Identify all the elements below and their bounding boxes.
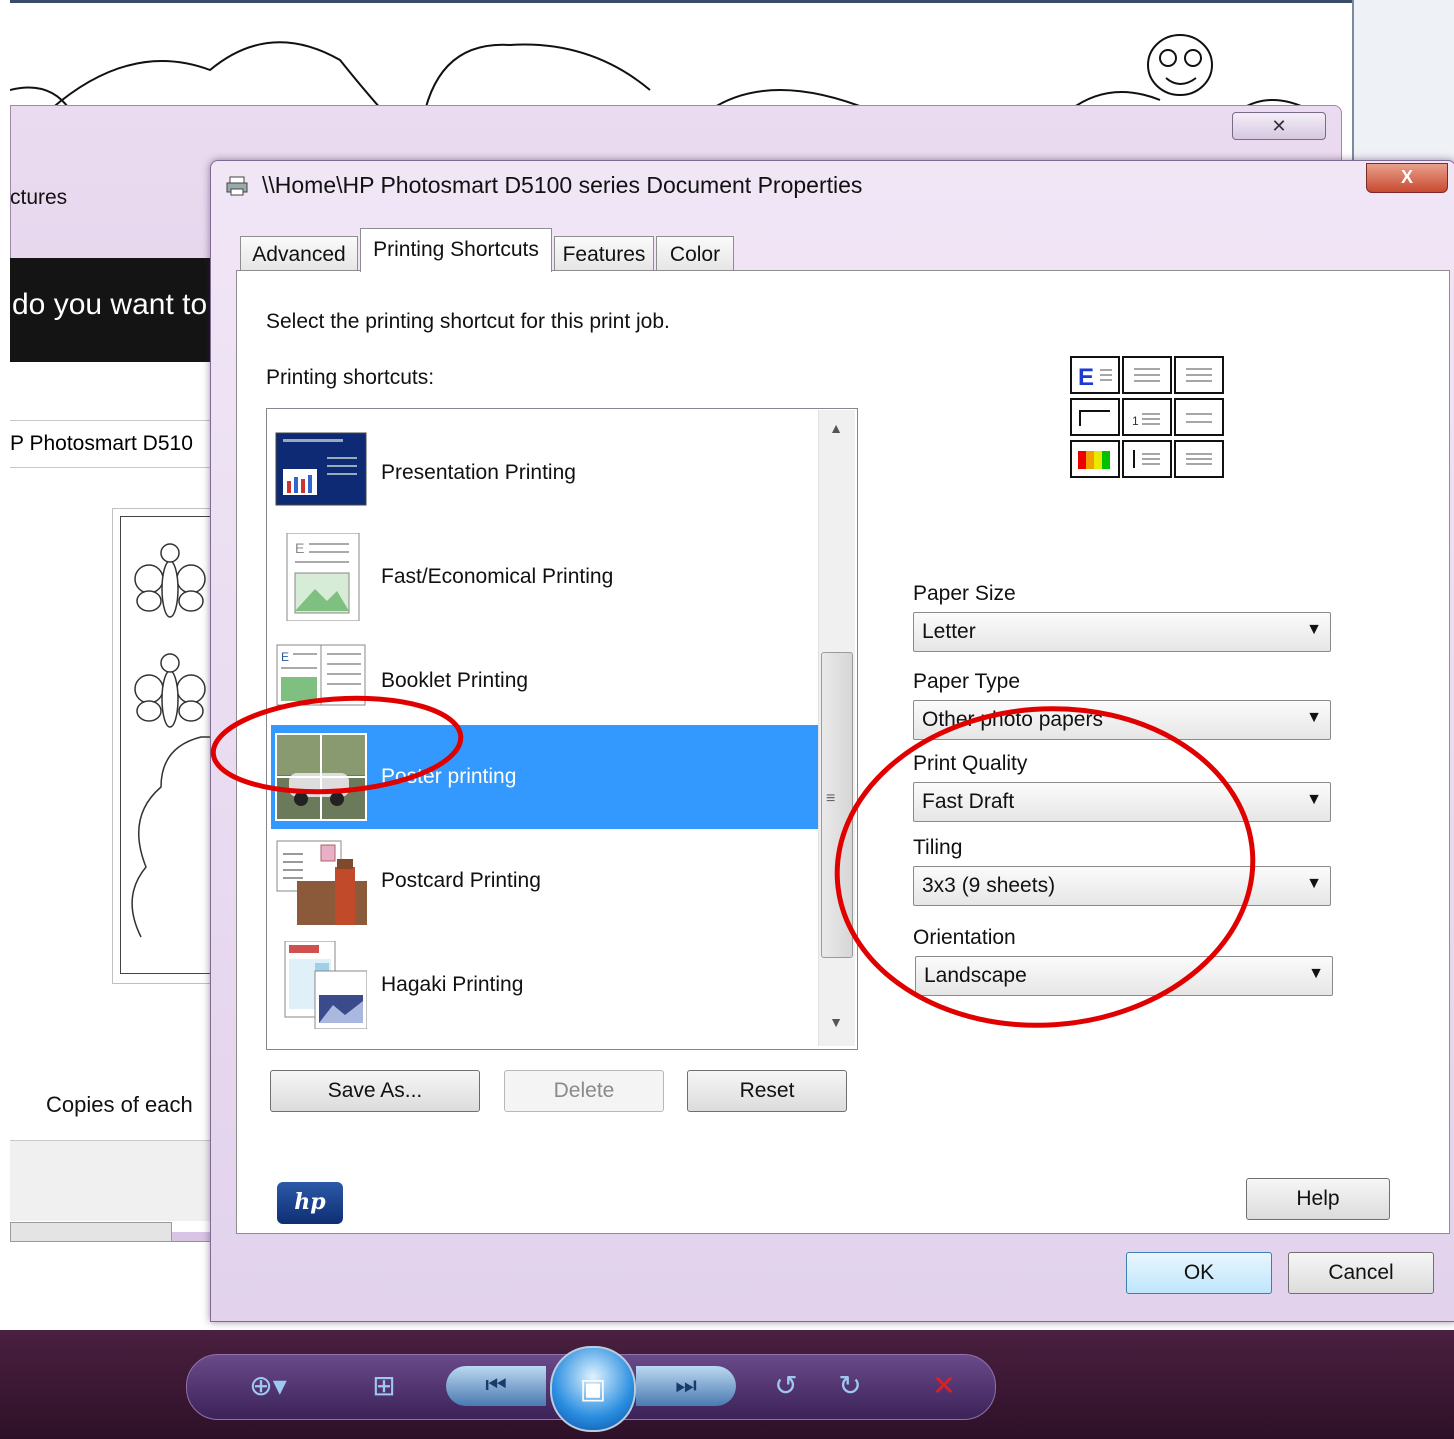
postcard-thumb-icon [276, 840, 367, 925]
chevron-down-icon: ▼ [1306, 621, 1322, 638]
printing-shortcuts-list[interactable]: Presentation Printing E Fast/Economical … [266, 408, 858, 1050]
rotate-counterclockwise-icon[interactable]: ↺ [766, 1370, 806, 1402]
previous-button[interactable]: ⏮ [446, 1366, 546, 1406]
tab-printing-shortcuts[interactable]: Printing Shortcuts [360, 228, 552, 272]
behind-printer-select[interactable]: P Photosmart D510 [10, 420, 230, 468]
rotate-clockwise-icon[interactable]: ↻ [830, 1370, 870, 1402]
ok-button[interactable]: OK [1126, 1252, 1272, 1294]
behind-window-prompt: do you want to [10, 258, 230, 362]
viewer-side-strip [1352, 0, 1454, 170]
list-item-label: Presentation Printing [381, 461, 576, 484]
dialog-close-button[interactable]: X [1366, 163, 1448, 193]
list-item-presentation[interactable]: Presentation Printing [271, 421, 819, 525]
orientation-label: Orientation [913, 926, 1016, 949]
printing-shortcuts-label: Printing shortcuts: [266, 366, 435, 389]
svg-text:E: E [295, 540, 304, 556]
list-item-fast-economical[interactable]: E Fast/Economical Printing [271, 525, 819, 629]
next-button[interactable]: ⏭ [636, 1366, 736, 1406]
hp-logo: hp [277, 1182, 343, 1224]
tiling-select[interactable]: 3x3 (9 sheets) ▼ [913, 866, 1331, 906]
dialog-title: \\Home\HP Photosmart D5100 series Docume… [262, 172, 863, 198]
actual-size-icon[interactable]: ⊞ [364, 1370, 404, 1402]
chevron-down-icon: ▼ [1306, 709, 1322, 726]
paper-type-value: Other photo papers [922, 708, 1103, 731]
list-item-label: Booklet Printing [381, 669, 529, 692]
help-button[interactable]: Help [1246, 1178, 1390, 1220]
zoom-icon[interactable]: ⊕▾ [248, 1370, 288, 1402]
list-item-label: Fast/Economical Printing [381, 565, 614, 588]
butterfly-preview-image [120, 516, 222, 974]
cancel-button[interactable]: Cancel [1288, 1252, 1434, 1294]
behind-window-title: ctures [10, 186, 68, 209]
list-item-label: Postcard Printing [381, 869, 541, 892]
print-quality-label: Print Quality [913, 752, 1028, 775]
tiling-label: Tiling [913, 836, 963, 859]
paper-size-select[interactable]: Letter ▼ [913, 612, 1331, 652]
behind-window-footer [10, 1140, 230, 1221]
behind-copies-label: Copies of each [46, 1092, 193, 1117]
instruction-text: Select the printing shortcut for this pr… [266, 310, 670, 333]
paper-size-value: Letter [922, 620, 976, 643]
paper-type-select[interactable]: Other photo papers ▼ [913, 700, 1331, 740]
slideshow-button[interactable]: ▣ [550, 1346, 636, 1432]
scroll-up-arrow-icon[interactable]: ▲ [822, 420, 850, 444]
chevron-down-icon: ▼ [1306, 875, 1322, 892]
printer-icon [226, 176, 248, 196]
scroll-grip-icon: ≡ [826, 790, 836, 807]
behind-window-button[interactable] [10, 1222, 172, 1242]
svg-text:E: E [1078, 364, 1094, 391]
paper-size-label: Paper Size [913, 582, 1016, 605]
svg-text:E: E [281, 650, 289, 664]
orientation-select[interactable]: Landscape ▼ [915, 956, 1333, 996]
tiling-value: 3x3 (9 sheets) [922, 874, 1056, 897]
scroll-down-arrow-icon[interactable]: ▼ [822, 1014, 850, 1038]
tab-advanced[interactable]: Advanced [240, 236, 358, 270]
behind-window-close-button[interactable]: ✕ [1232, 112, 1326, 140]
hagaki-thumb-icon [284, 941, 367, 1029]
print-quality-value: Fast Draft [922, 790, 1015, 813]
tab-color[interactable]: Color [656, 236, 734, 270]
chevron-down-icon: ▼ [1308, 965, 1324, 982]
save-as-button[interactable]: Save As... [270, 1070, 480, 1112]
list-item-poster[interactable]: Poster printing [271, 725, 819, 829]
page-layout-preview-icon: E 1 [1070, 356, 1224, 478]
list-item-label: Hagaki Printing [381, 973, 524, 996]
reset-button[interactable]: Reset [687, 1070, 847, 1112]
list-item-postcard[interactable]: Postcard Printing [271, 829, 819, 933]
svg-text:1: 1 [1132, 414, 1139, 428]
orientation-value: Landscape [924, 964, 1027, 987]
tab-features[interactable]: Features [554, 236, 654, 270]
paper-type-label: Paper Type [913, 670, 1021, 693]
list-item-label: Poster printing [381, 765, 517, 788]
booklet-thumb-icon: E [276, 644, 366, 706]
chevron-down-icon: ▼ [1306, 791, 1322, 808]
economical-thumb-icon: E [286, 533, 360, 621]
delete-button[interactable]: Delete [504, 1070, 664, 1112]
presentation-thumb-icon [275, 432, 367, 506]
list-item-booklet[interactable]: E Booklet Printing [271, 629, 819, 733]
list-item-hagaki[interactable]: Hagaki Printing [271, 933, 819, 1037]
delete-icon[interactable]: ✕ [924, 1370, 964, 1402]
print-quality-select[interactable]: Fast Draft ▼ [913, 782, 1331, 822]
poster-thumb-icon [275, 733, 367, 821]
